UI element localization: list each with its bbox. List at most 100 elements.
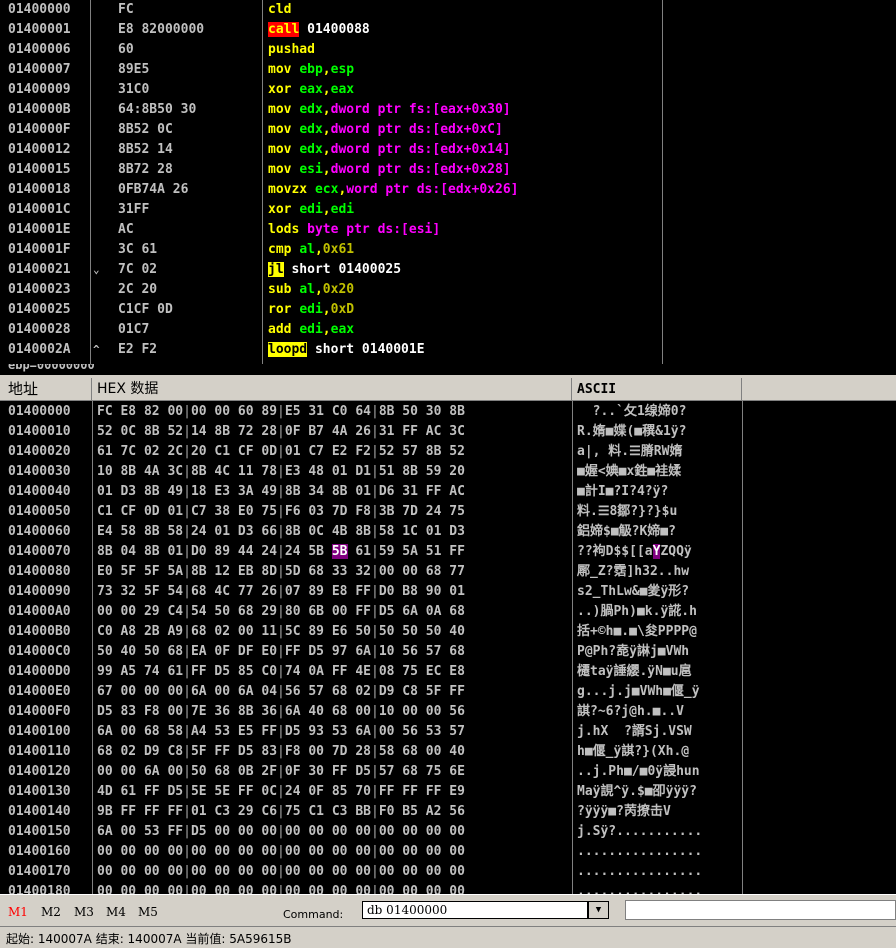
memory-byte[interactable]: 85	[332, 784, 348, 799]
memory-byte[interactable]: 00	[167, 884, 183, 894]
memory-byte[interactable]: 24	[261, 544, 277, 559]
memory-byte[interactable]: 28	[261, 424, 277, 439]
memory-row[interactable]: 01400100 6A 00 68 58|A4 53 E5 FF|D5 93 53…	[0, 722, 896, 742]
memory-byte[interactable]: 7D	[332, 744, 348, 759]
memory-byte[interactable]: 00	[332, 824, 348, 839]
memory-byte[interactable]: 8B	[144, 424, 160, 439]
memory-byte[interactable]: 61	[97, 444, 113, 459]
memory-byte[interactable]: 50	[144, 644, 160, 659]
memory-byte[interactable]: 00	[120, 884, 136, 894]
memory-byte[interactable]: 8B	[426, 444, 442, 459]
memory-byte[interactable]: 5B	[308, 544, 324, 559]
memory-byte[interactable]: D5	[214, 664, 230, 679]
memory-byte[interactable]: FF	[379, 784, 395, 799]
memory-byte[interactable]: 00	[426, 844, 442, 859]
memory-byte[interactable]: 8B	[285, 484, 301, 499]
memory-byte[interactable]: 83	[261, 744, 277, 759]
memory-byte[interactable]: A8	[120, 624, 136, 639]
memory-byte[interactable]: 59	[426, 464, 442, 479]
memory-byte[interactable]: 00	[120, 684, 136, 699]
memory-byte[interactable]: FF	[238, 784, 254, 799]
memory-byte[interactable]: 70	[355, 784, 371, 799]
memory-byte[interactable]: 00	[332, 844, 348, 859]
memory-byte[interactable]: 00	[214, 824, 230, 839]
memory-byte[interactable]: 74	[144, 664, 160, 679]
disasm-row[interactable]: 0140000F 8B52 0C mov edx,dword ptr ds:[edx…	[0, 120, 896, 140]
memory-byte[interactable]: FF	[167, 804, 183, 819]
memory-byte[interactable]: 75	[449, 504, 465, 519]
memory-byte[interactable]: 7D	[332, 504, 348, 519]
memory-byte[interactable]: 00	[120, 864, 136, 879]
memory-dump-pane[interactable]: 地址 HEX 数据 ASCII 01400000 FC E8 82 00|00 0…	[0, 378, 896, 894]
memory-byte[interactable]: 58	[379, 524, 395, 539]
memory-byte[interactable]: 68	[332, 684, 348, 699]
memory-byte[interactable]: 75	[402, 664, 418, 679]
memory-byte[interactable]: 60	[238, 404, 254, 419]
m3-button[interactable]: M3	[74, 905, 94, 919]
memory-byte[interactable]: 00	[120, 724, 136, 739]
memory-byte[interactable]: DF	[238, 644, 254, 659]
memory-byte[interactable]: FF	[144, 804, 160, 819]
memory-byte[interactable]: 72	[238, 424, 254, 439]
memory-byte[interactable]: A4	[191, 724, 207, 739]
memory-byte[interactable]: 64	[355, 404, 371, 419]
memory-byte[interactable]: 00	[285, 824, 301, 839]
memory-row[interactable]: 01400060 E4 58 8B 58|24 01 D3 66|8B 0C 4B…	[0, 522, 896, 542]
memory-byte[interactable]: 00	[120, 764, 136, 779]
memory-row[interactable]: 01400000 FC E8 82 00|00 00 60 89|E5 31 C0…	[0, 402, 896, 422]
memory-byte[interactable]: 00	[379, 824, 395, 839]
memory-byte[interactable]: CF	[238, 444, 254, 459]
memory-byte[interactable]: 53	[144, 824, 160, 839]
memory-byte[interactable]: 00	[167, 844, 183, 859]
memory-byte[interactable]: 68	[449, 604, 465, 619]
memory-byte[interactable]: C1	[214, 444, 230, 459]
memory-byte[interactable]: 5E	[191, 784, 207, 799]
memory-byte[interactable]: 00	[120, 844, 136, 859]
memory-byte[interactable]: 00	[238, 824, 254, 839]
memory-byte[interactable]: 2B	[144, 624, 160, 639]
memory-byte[interactable]: 50	[191, 764, 207, 779]
memory-byte[interactable]: E5	[285, 404, 301, 419]
memory-byte[interactable]: 00	[426, 864, 442, 879]
memory-byte[interactable]: C3	[332, 804, 348, 819]
memory-byte[interactable]: 00	[308, 844, 324, 859]
memory-byte[interactable]: 6A	[355, 724, 371, 739]
memory-byte[interactable]: 58	[167, 724, 183, 739]
memory-byte[interactable]: 20	[191, 444, 207, 459]
memory-byte[interactable]: 8B	[332, 484, 348, 499]
memory-byte[interactable]: 30	[308, 764, 324, 779]
memory-byte[interactable]: 52	[449, 444, 465, 459]
memory-byte[interactable]: 00	[144, 684, 160, 699]
memory-byte[interactable]: 6E	[449, 764, 465, 779]
memory-byte[interactable]: 00	[355, 864, 371, 879]
memory-byte[interactable]: 00	[167, 864, 183, 879]
disasm-row[interactable]: 0140002A ^ E2 F2 loopd short 0140001E	[0, 340, 896, 360]
memory-byte[interactable]: C7	[308, 444, 324, 459]
memory-byte[interactable]: E4	[97, 524, 113, 539]
memory-byte[interactable]: 51	[379, 464, 395, 479]
memory-byte[interactable]: 12	[214, 564, 230, 579]
memory-byte[interactable]: E9	[449, 784, 465, 799]
memory-row[interactable]: 01400150 6A 00 53 FF|D5 00 00 00|00 00 00…	[0, 822, 896, 842]
memory-byte[interactable]: 83	[120, 704, 136, 719]
memory-byte[interactable]: 00	[238, 864, 254, 879]
memory-byte[interactable]: 00	[144, 864, 160, 879]
memory-byte[interactable]: C3	[214, 804, 230, 819]
memory-byte[interactable]: 90	[426, 584, 442, 599]
memory-byte[interactable]: FF	[191, 664, 207, 679]
memory-byte[interactable]: 6A	[285, 704, 301, 719]
memory-byte[interactable]: FF	[449, 684, 465, 699]
memory-byte[interactable]: 00	[402, 884, 418, 894]
memory-byte[interactable]: 8B	[191, 564, 207, 579]
memory-byte[interactable]: E8	[120, 404, 136, 419]
memory-byte[interactable]: 4A	[332, 424, 348, 439]
memory-byte[interactable]: 00	[285, 884, 301, 894]
memory-byte[interactable]: 57	[379, 764, 395, 779]
memory-byte[interactable]: A9	[167, 624, 183, 639]
disasm-row[interactable]: 01400006 60 pushad	[0, 40, 896, 60]
memory-byte[interactable]: 4B	[332, 524, 348, 539]
memory-byte[interactable]: 97	[332, 644, 348, 659]
memory-byte[interactable]: 73	[97, 584, 113, 599]
memory-byte[interactable]: 30	[426, 404, 442, 419]
memory-byte[interactable]: 6A	[238, 684, 254, 699]
